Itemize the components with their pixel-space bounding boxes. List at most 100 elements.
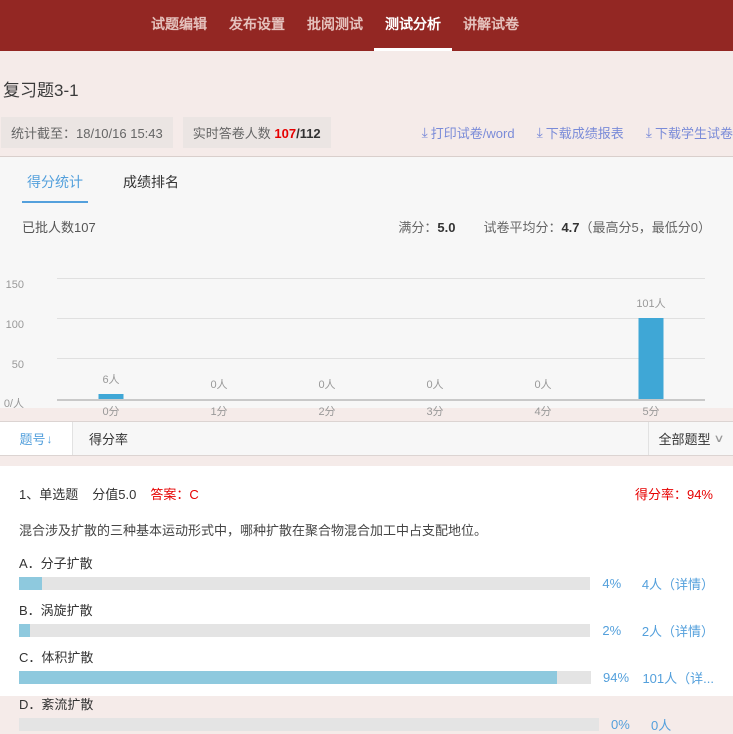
- option-progress-track: [19, 577, 590, 590]
- download-link-label: 下载学生试卷: [655, 123, 733, 142]
- sort-label: 题号: [19, 429, 45, 448]
- score-rate-label: 得分率: [89, 429, 128, 448]
- nav-tab-1[interactable]: 试题编辑: [140, 0, 218, 51]
- chart-bar: [639, 318, 664, 399]
- graded-count-label: 已批人数107: [22, 217, 96, 236]
- x-axis-category-label: 0分: [57, 403, 165, 419]
- option-label-3: C．体积扩散: [19, 647, 713, 666]
- option-bar-row: 94%101人（详...: [19, 671, 713, 684]
- download-link-3[interactable]: ⤓下载学生试卷: [646, 123, 733, 142]
- x-axis-category-label: 3分: [381, 403, 489, 419]
- stats-tab-1[interactable]: 得分统计: [22, 172, 88, 203]
- bar-value-label: 0人: [489, 376, 597, 392]
- question-options: A．分子扩散 4%4人（详情） B．涡旋扩散 2%2人（详情） C．体积扩散 94%101…: [19, 553, 713, 731]
- download-links: ⤓打印试卷/word⤓下载成绩报表⤓下载学生试卷: [400, 123, 733, 142]
- chart-bar-slot: 0人3分: [381, 279, 489, 399]
- option-label-1: A．分子扩散: [19, 553, 713, 572]
- download-link-label: 下载成绩报表: [546, 123, 624, 142]
- avg-score-extra: （最高分5，最低分0）: [580, 220, 711, 235]
- stats-tab-2[interactable]: 成绩排名: [118, 172, 184, 203]
- nav-tab-3[interactable]: 批阅测试: [296, 0, 374, 51]
- stats-deadline-badge: 统计截至：18/10/16 15:43: [1, 117, 173, 148]
- chart-bar: [99, 394, 124, 399]
- download-link-2[interactable]: ⤓下载成绩报表: [537, 123, 624, 142]
- option-bar-row: 0%0人: [19, 718, 713, 731]
- bar-value-label: 0人: [381, 376, 489, 392]
- summary-row: 已批人数107 满分：5.0 试卷平均分：4.7（最高分5，最低分0）: [0, 203, 733, 236]
- download-icon: ⤓: [646, 124, 652, 141]
- bar-value-label: 0人: [165, 376, 273, 392]
- option-count-link[interactable]: 2人（详情）: [642, 621, 713, 640]
- avg-score-value: 4.7: [561, 220, 579, 235]
- question-answer: 答案：C: [150, 484, 198, 503]
- chart-plot: 0/人501001506人0分0人1分0人2分0人3分0人4分101人5分: [57, 281, 705, 401]
- chevron-down-icon: ∨: [714, 432, 725, 445]
- answer-count-current: 107: [274, 126, 296, 141]
- answer-count-total: /112: [296, 126, 321, 141]
- chart-bar-slot: 0人2分: [273, 279, 381, 399]
- stats-tabs: 得分统计成绩排名: [0, 157, 733, 203]
- sort-by-question-number[interactable]: 题号 ↓: [0, 422, 73, 455]
- option-count-link[interactable]: 4人（详情）: [642, 574, 713, 593]
- y-axis-tick-label: 100: [0, 319, 24, 331]
- option-label-2: B．涡旋扩散: [19, 600, 713, 619]
- chart-bar-slot: 0人1分: [165, 279, 273, 399]
- score-rate-column-header: 得分率: [73, 422, 648, 455]
- score-stats-section: 得分统计成绩排名 已批人数107 满分：5.0 试卷平均分：4.7（最高分5，最低…: [0, 157, 733, 408]
- answer-count-badge: 实时答卷人数 107/112: [183, 117, 331, 148]
- option-count-link[interactable]: 101人（详...: [642, 668, 713, 687]
- full-score-value: 5.0: [437, 220, 455, 235]
- chart-bar-slot: 0人4分: [489, 279, 597, 399]
- full-score-label: 满分：: [398, 220, 437, 235]
- option-progress-track: [19, 671, 591, 684]
- question-header: 1、单选题 分值5.0 答案：C 得分率：94%: [19, 484, 713, 503]
- option-percent: 0%: [611, 717, 651, 732]
- chart-bar-slot: 101人5分: [597, 279, 705, 399]
- stats-row: 统计截至：18/10/16 15:43 实时答卷人数 107/112 ⤓打印试卷…: [1, 117, 733, 148]
- x-axis-category-label: 5分: [597, 403, 705, 419]
- download-icon: ⤓: [422, 124, 428, 141]
- option-label-4: D．紊流扩散: [19, 694, 713, 713]
- question-number-type: 1、单选题: [19, 484, 78, 503]
- download-link-1[interactable]: ⤓打印试卷/word: [422, 123, 515, 142]
- nav-tab-2[interactable]: 发布设置: [218, 0, 296, 51]
- option-progress-track: [19, 624, 590, 637]
- answer-count-label: 实时答卷人数: [193, 126, 275, 141]
- question-type-value: 全部题型: [658, 429, 710, 448]
- avg-score-label: 试卷平均分：: [483, 220, 561, 235]
- option-percent: 4%: [602, 576, 641, 591]
- option-progress-fill: [19, 624, 30, 637]
- option-count: 0人: [651, 715, 671, 734]
- y-axis-tick-label: 50: [0, 359, 24, 371]
- option-percent: 2%: [602, 623, 641, 638]
- question-score-rate: 得分率：94%: [635, 484, 713, 503]
- x-axis-category-label: 2分: [273, 403, 381, 419]
- option-percent: 94%: [603, 670, 642, 685]
- page-title: 复习题3-1: [2, 51, 731, 101]
- option-bar-row: 2%2人（详情）: [19, 624, 713, 637]
- section-gap: [0, 456, 733, 466]
- question-text: 混合涉及扩散的三种基本运动形式中，哪种扩散在聚合物混合加工中占支配地位。: [19, 520, 713, 539]
- download-icon: ⤓: [537, 124, 543, 141]
- option-progress-fill: [19, 671, 557, 684]
- bar-value-label: 0人: [273, 376, 381, 392]
- page-header: 复习题3-1 统计截至：18/10/16 15:43 实时答卷人数 107/11…: [0, 51, 733, 157]
- question-filter-bar: 题号 ↓ 得分率 全部题型 ∨: [0, 421, 733, 456]
- option-progress-fill: [19, 577, 42, 590]
- option-progress-track: [19, 718, 599, 731]
- score-distribution-chart: 0/人501001506人0分0人1分0人2分0人3分0人4分101人5分: [0, 265, 733, 405]
- top-nav: 试题编辑发布设置批阅测试测试分析讲解试卷: [0, 0, 733, 51]
- nav-tab-5[interactable]: 讲解试卷: [452, 0, 530, 51]
- y-axis-tick-label: 150: [0, 279, 24, 291]
- x-axis-category-label: 1分: [165, 403, 273, 419]
- chart-bar-slot: 6人0分: [57, 279, 165, 399]
- download-link-label: 打印试卷/word: [431, 123, 515, 142]
- question-points: 分值5.0: [92, 484, 136, 503]
- question-type-dropdown[interactable]: 全部题型 ∨: [648, 422, 733, 455]
- option-bar-row: 4%4人（详情）: [19, 577, 713, 590]
- nav-tab-4[interactable]: 测试分析: [374, 0, 452, 51]
- bar-value-label: 101人: [597, 295, 705, 311]
- question-detail: 1、单选题 分值5.0 答案：C 得分率：94% 混合涉及扩散的三种基本运动形式…: [0, 466, 733, 696]
- sort-down-arrow-icon: ↓: [47, 432, 53, 446]
- bar-value-label: 6人: [57, 371, 165, 387]
